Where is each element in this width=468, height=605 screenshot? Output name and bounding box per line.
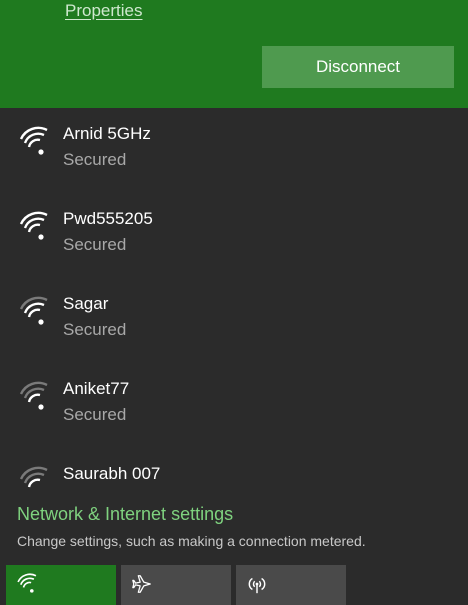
network-status: Secured	[63, 235, 127, 254]
wifi-signal-icon	[19, 466, 48, 488]
wifi-toggle-button[interactable]	[6, 565, 116, 605]
network-status: Secured	[63, 320, 127, 339]
network-status: Secured	[63, 150, 127, 169]
network-item[interactable]: Pwd555205 Secured	[0, 193, 468, 278]
wifi-icon	[17, 573, 37, 593]
network-item[interactable]: Sagar Secured	[0, 278, 468, 363]
hotspot-icon	[248, 577, 266, 594]
wifi-signal-icon	[19, 211, 48, 240]
network-settings-description: Change settings, such as making a connec…	[17, 533, 366, 549]
network-name: Saurabh 007	[63, 464, 161, 483]
connected-network-panel: Properties Disconnect	[0, 0, 468, 108]
network-status: Secured	[63, 405, 127, 424]
wifi-signal-icon	[19, 126, 48, 155]
network-name: Sagar	[63, 294, 109, 313]
mobile-hotspot-button[interactable]	[236, 565, 346, 605]
network-list: Arnid 5GHz Secured Pwd555205 Secured Sag…	[0, 108, 468, 488]
wifi-signal-icon	[19, 381, 48, 410]
airplane-icon	[132, 575, 151, 593]
disconnect-button[interactable]: Disconnect	[262, 46, 454, 88]
airplane-mode-button[interactable]	[121, 565, 231, 605]
network-item[interactable]: Saurabh 007	[0, 448, 468, 488]
wifi-signal-icon	[19, 296, 48, 325]
network-item[interactable]: Aniket77 Secured	[0, 363, 468, 448]
network-name: Arnid 5GHz	[63, 124, 151, 143]
network-name: Aniket77	[63, 379, 130, 398]
properties-link[interactable]: Properties	[65, 1, 142, 21]
network-name: Pwd555205	[63, 209, 153, 228]
network-settings-link[interactable]: Network & Internet settings	[17, 504, 233, 525]
network-item[interactable]: Arnid 5GHz Secured	[0, 108, 468, 193]
